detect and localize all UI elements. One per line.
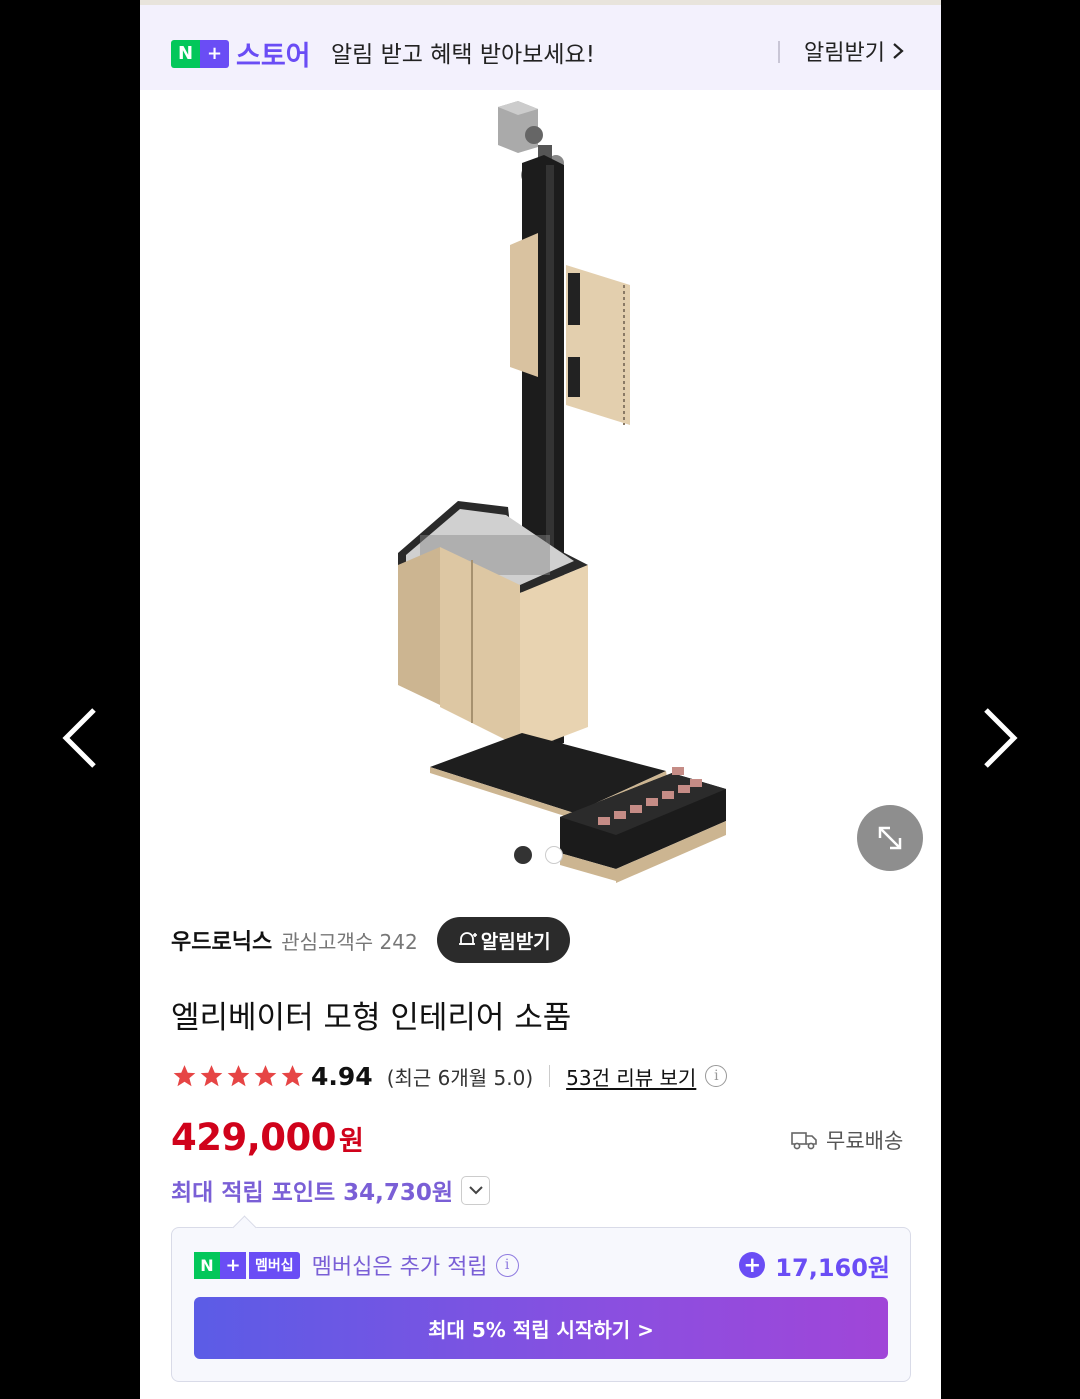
next-image-button[interactable]	[980, 706, 1020, 770]
banner-notify-label: 알림받기	[804, 41, 885, 66]
pagination-dot[interactable]	[545, 846, 563, 864]
seller-row: 우드로닉스 관심고객수 242 알림받기	[171, 917, 570, 963]
shipping-info: 무료배송	[790, 1125, 903, 1155]
chevron-left-icon	[62, 708, 96, 768]
chevron-down-icon	[468, 1186, 483, 1195]
expand-image-button[interactable]	[857, 805, 923, 871]
membership-tag: 멤버십	[249, 1251, 300, 1279]
prev-image-button[interactable]	[60, 706, 100, 770]
rating-divider	[549, 1065, 551, 1087]
product-image[interactable]	[360, 95, 740, 885]
chevron-right-icon	[893, 43, 904, 59]
product-page: N + 스토어 알림 받고 혜택 받아보세요! 알림받기 우드로닉스 관심고객수…	[140, 0, 941, 1399]
star-icon	[173, 1065, 196, 1087]
membership-start-button[interactable]: 최대 5% 적립 시작하기 >	[194, 1297, 888, 1359]
chevron-right-icon	[984, 708, 1018, 768]
banner-divider	[778, 41, 780, 63]
star-icon	[281, 1065, 304, 1087]
card-notch	[232, 1215, 257, 1240]
naver-plus-store-logo: N + 스토어	[171, 34, 311, 73]
price: 429,000 원	[171, 1116, 364, 1159]
bell-icon	[458, 932, 477, 945]
seller-notify-button[interactable]: 알림받기	[436, 917, 570, 963]
info-icon[interactable]: i	[495, 1253, 519, 1277]
seller-notify-label: 알림받기	[480, 930, 551, 953]
star-icon	[227, 1065, 250, 1087]
naver-n-icon: N	[171, 39, 200, 68]
price-unit: 원	[339, 1126, 364, 1157]
truck-icon	[791, 1132, 817, 1150]
points-row: 최대 적립 포인트 34,730원	[171, 1173, 491, 1207]
membership-text: 멤버십은 추가 적립	[311, 1255, 488, 1280]
shipping-label: 무료배송	[826, 1129, 904, 1153]
membership-row: N + 멤버십 멤버십은 추가 적립 i + 17,160원	[194, 1248, 890, 1283]
pagination-dot-active[interactable]	[514, 846, 532, 864]
rating-row: 4.94 (최근 6개월 5.0) 53건 리뷰 보기 i	[171, 1059, 728, 1093]
membership-points: + 17,160원	[739, 1248, 890, 1283]
plus-icon: +	[200, 39, 229, 68]
banner-notify-button[interactable]: 알림받기	[804, 35, 905, 67]
plus-circle-icon: +	[739, 1252, 766, 1278]
expand-icon	[878, 826, 902, 850]
points-expand-button[interactable]	[461, 1175, 491, 1205]
seller-interest-count: 관심고객수 242	[281, 929, 418, 954]
info-icon[interactable]: i	[705, 1065, 728, 1087]
recent-rating: (최근 6개월 5.0)	[386, 1065, 534, 1090]
plus-icon: +	[220, 1251, 246, 1279]
membership-logo: N + 멤버십	[194, 1251, 300, 1279]
rating-stars	[171, 1063, 306, 1089]
store-label: 스토어	[236, 41, 311, 72]
membership-card: N + 멤버십 멤버십은 추가 적립 i + 17,160원 최대 5% 적립 …	[171, 1215, 911, 1382]
review-link[interactable]: 53건 리뷰 보기	[566, 1062, 696, 1091]
gallery-pagination	[514, 846, 563, 864]
max-points: 최대 적립 포인트 34,730원	[171, 1180, 454, 1206]
price-value: 429,000	[171, 1116, 337, 1159]
banner-message: 알림 받고 혜택 받아보세요!	[331, 42, 595, 68]
naver-n-icon: N	[194, 1251, 220, 1279]
star-icon	[254, 1065, 277, 1087]
store-banner[interactable]: N + 스토어 알림 받고 혜택 받아보세요! 알림받기	[140, 5, 941, 90]
product-title: 엘리베이터 모형 인테리어 소품	[171, 1000, 572, 1036]
rating-value: 4.94	[311, 1061, 373, 1091]
membership-start-label: 최대 5% 적립 시작하기 >	[428, 1317, 654, 1342]
membership-points-value: 17,160원	[775, 1253, 890, 1282]
star-icon	[200, 1065, 223, 1087]
seller-name[interactable]: 우드로닉스	[171, 924, 272, 956]
